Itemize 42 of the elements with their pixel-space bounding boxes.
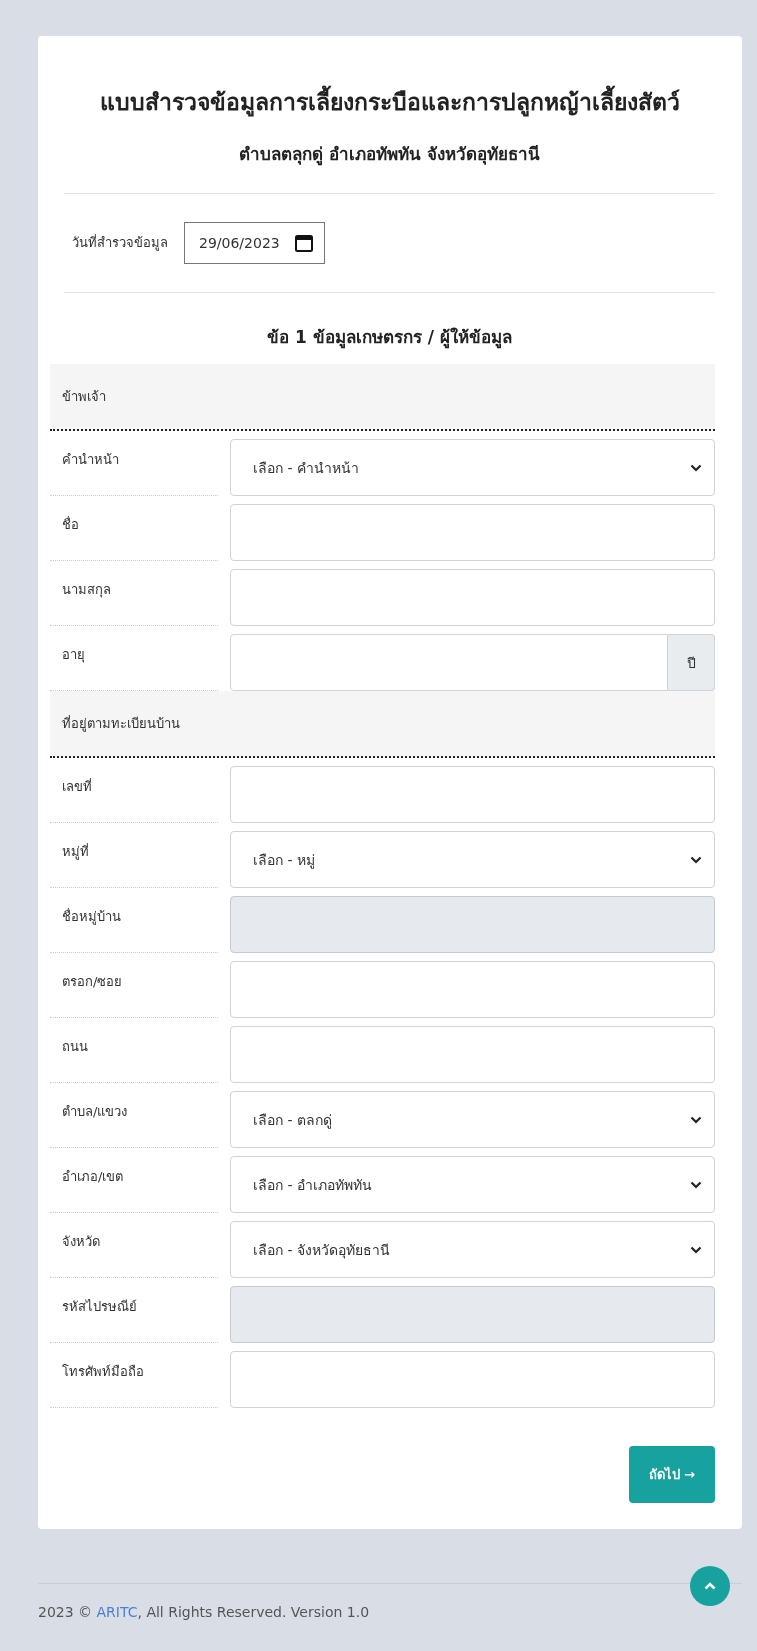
section-heading: ข้อ 1 ข้อมูลเกษตรกร / ผู้ให้ข้อมูล bbox=[266, 326, 513, 350]
date-field[interactable]: 29/06/2023 bbox=[184, 222, 325, 264]
field-label: ชื่อ bbox=[50, 504, 218, 561]
select-field[interactable]: เลือก - คำนำหน้า bbox=[230, 439, 715, 496]
field-label: คำนำหน้า bbox=[50, 439, 218, 496]
field-label: ตรอก/ซอย bbox=[50, 961, 218, 1018]
select-field[interactable]: เลือก - อำเภอทัพทัน bbox=[230, 1156, 715, 1213]
chevron-down-icon bbox=[690, 855, 702, 864]
input-field[interactable] bbox=[230, 569, 715, 626]
form-title: แบบสำรวจข้อมูลการเลี้ยงกระบือและการปลูกหญ้าเลี้ยงสัตว์ bbox=[64, 84, 715, 120]
field-label: จังหวัด bbox=[50, 1221, 218, 1278]
select-field[interactable]: เลือก - ตลกดู่ bbox=[230, 1091, 715, 1148]
footer-text: 2023 © ARITC, All Rights Reserved. Version 1.0 bbox=[38, 1604, 370, 1620]
field-label: รหัสไปรษณีย์ bbox=[50, 1286, 218, 1343]
field-label: นามสกุล bbox=[50, 569, 218, 626]
calendar-icon[interactable] bbox=[293, 233, 314, 253]
input-field[interactable] bbox=[230, 504, 715, 561]
field-label: เลขที่ bbox=[50, 766, 218, 823]
input-field[interactable] bbox=[230, 1026, 715, 1083]
chevron-down-icon bbox=[690, 463, 702, 472]
field-label: ตำบล/แขวง bbox=[50, 1091, 218, 1148]
field-label: วันที่สำรวจข้อมูล bbox=[72, 233, 168, 253]
chevron-down-icon bbox=[690, 1115, 702, 1124]
select-field[interactable]: เลือก - หมู่ bbox=[230, 831, 715, 888]
scroll-top-button[interactable] bbox=[690, 1566, 730, 1606]
input-field[interactable] bbox=[230, 961, 715, 1018]
input-field[interactable] bbox=[230, 634, 668, 691]
form-subtitle: ตำบลตลุกดู่ อำเภอทัพทัน จังหวัดอุทัยธานี bbox=[238, 143, 541, 167]
select-field[interactable]: เลือก - จังหวัดอุทัยธานี bbox=[230, 1221, 715, 1278]
field-label: อำเภอ/เขต bbox=[50, 1156, 218, 1213]
field-label: ถนน bbox=[50, 1026, 218, 1083]
field-label: โทรศัพท์มือถือ bbox=[50, 1351, 218, 1408]
chevron-down-icon bbox=[690, 1180, 702, 1189]
field-label: หมู่ที่ bbox=[50, 831, 218, 888]
group-title: ที่อยู่ตามทะเบียนบ้าน bbox=[62, 716, 180, 731]
chevron-down-icon bbox=[690, 1245, 702, 1254]
input-field[interactable] bbox=[230, 766, 715, 823]
group-title: ข้าพเจ้า bbox=[62, 389, 106, 404]
field-label: ชื่อหมู่บ้าน bbox=[50, 896, 218, 953]
unit-addon: ปี bbox=[668, 634, 715, 691]
chevron-up-icon bbox=[704, 1582, 716, 1590]
input-field[interactable] bbox=[230, 1351, 715, 1408]
